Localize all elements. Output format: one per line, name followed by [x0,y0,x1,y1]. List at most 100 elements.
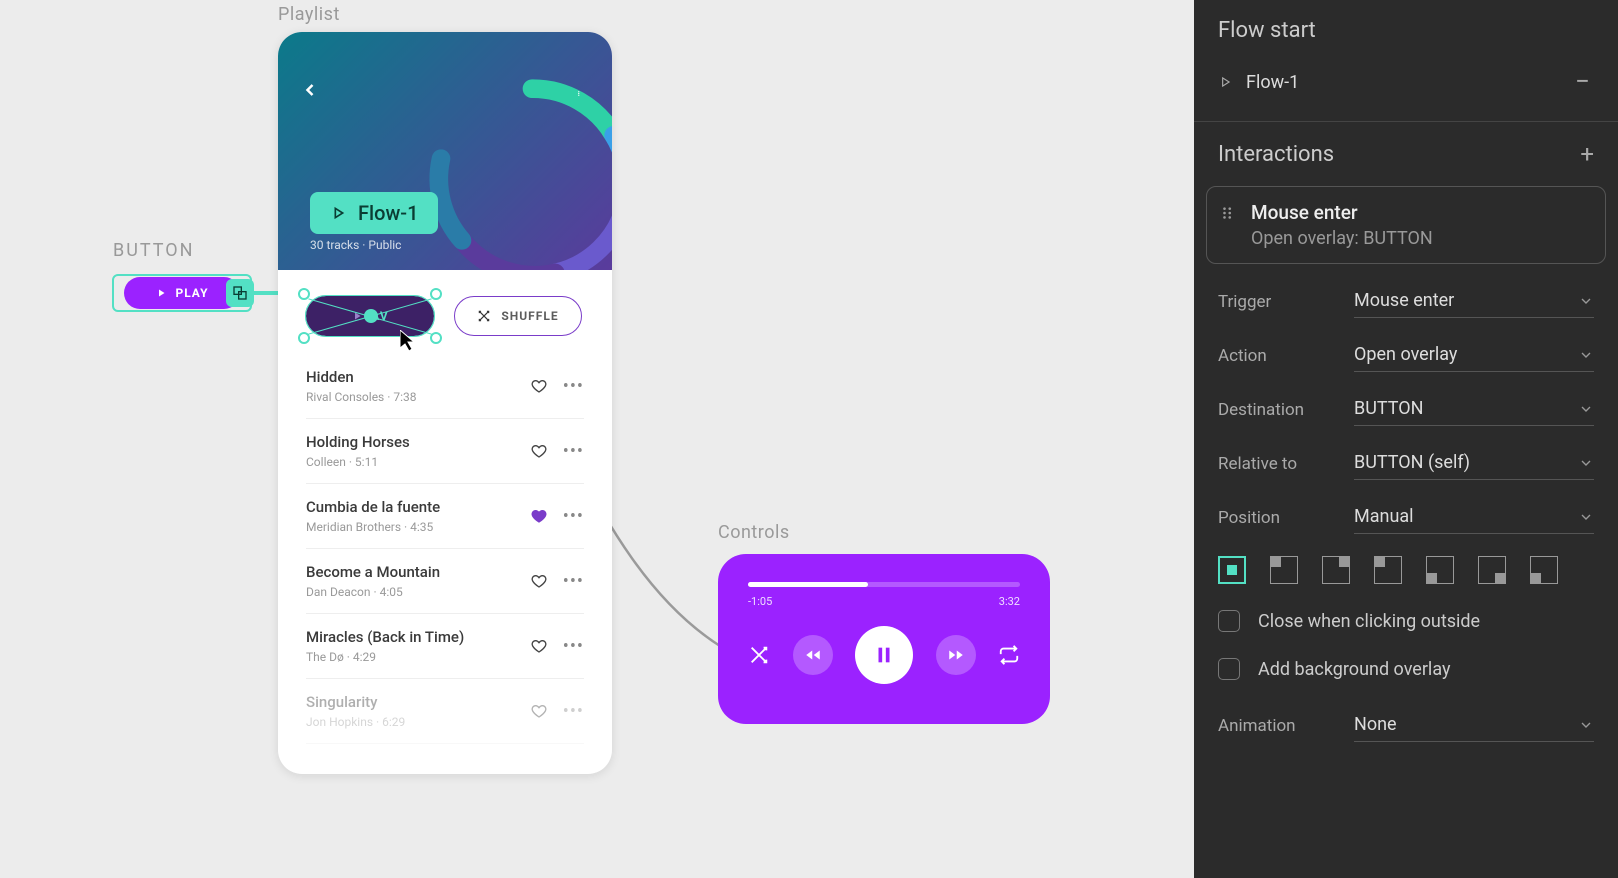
resize-handle-bl[interactable] [298,332,310,344]
progress-bar[interactable] [748,582,1020,587]
more-icon[interactable]: ••• [563,376,584,397]
next-button[interactable] [936,635,976,675]
more-hero-button[interactable] [578,84,584,108]
heart-icon[interactable] [531,378,547,394]
pause-button[interactable] [855,626,913,684]
flow-name[interactable]: Flow-1 [1246,72,1561,93]
playlist-subtitle: 30 tracks · Public [310,238,401,252]
flow-chip[interactable]: Flow-1 [310,192,438,234]
hero-artwork [392,42,612,270]
play-icon [1218,75,1232,89]
destination-select[interactable]: BUTTON [1354,394,1594,426]
controls-frame[interactable]: -1:05 3:32 [718,554,1050,724]
drag-handle-icon[interactable] [1221,201,1237,217]
track-title: Holding Horses [306,433,531,451]
track-row[interactable]: Holding Horses Colleen · 5:11 ••• [306,419,584,484]
prop-label-destination: Destination [1218,400,1354,420]
bg-overlay-label: Add background overlay [1258,659,1451,680]
play-pill: PLAY [124,277,240,309]
more-icon[interactable]: ••• [563,701,584,722]
more-icon[interactable]: ••• [563,441,584,462]
playlist-hero: ape 30 tracks · Public Flow-1 [278,32,612,270]
frame-label-button: BUTTON [113,240,195,261]
chevron-down-icon [1578,401,1594,417]
resize-handle-tl[interactable] [298,288,310,300]
track-title: Miracles (Back in Time) [306,628,531,646]
play-icon [155,287,167,299]
resize-handle-tr[interactable] [430,288,442,300]
track-row[interactable]: Miracles (Back in Time) The Dø · 4:29 ••• [306,614,584,679]
track-title: Singularity [306,693,531,711]
prev-button[interactable] [793,635,833,675]
track-row[interactable]: Cumbia de la fuente Meridian Brothers · 4… [306,484,584,549]
swap-badge[interactable] [226,279,254,307]
overlay-button-frame[interactable]: PLAY [112,274,252,312]
anchor-center[interactable] [1218,556,1246,584]
heart-icon[interactable] [531,508,547,524]
selected-play-button[interactable]: AV [306,296,434,336]
play-icon [330,205,346,221]
track-row[interactable]: Hidden Rival Consoles · 7:38 ••• [306,354,584,419]
flow-start-title: Flow start [1218,18,1594,43]
heart-icon[interactable] [531,573,547,589]
heart-icon[interactable] [531,443,547,459]
close-outside-checkbox[interactable] [1218,610,1240,632]
anchor-bl2[interactable] [1530,556,1558,584]
position-select[interactable]: Manual [1354,502,1594,534]
prop-label-animation: Animation [1218,716,1354,736]
track-meta: Dan Deacon · 4:05 [306,585,531,599]
back-button[interactable] [300,80,320,104]
track-meta: The Dø · 4:29 [306,650,531,664]
interactions-title: Interactions [1218,142,1334,167]
more-icon[interactable]: ••• [563,506,584,527]
chevron-down-icon [1578,455,1594,471]
interaction-subtitle: Open overlay: BUTTON [1251,228,1433,249]
action-select[interactable]: Open overlay [1354,340,1594,372]
track-title: Hidden [306,368,531,386]
track-title: Cumbia de la fuente [306,498,531,516]
trigger-select[interactable]: Mouse enter [1354,286,1594,318]
track-row[interactable]: Singularity Jon Hopkins · 6:29 ••• [306,679,584,744]
interaction-item[interactable]: Mouse enter Open overlay: BUTTON [1206,186,1606,264]
track-meta: Meridian Brothers · 4:35 [306,520,531,534]
heart-icon[interactable] [531,638,547,654]
time-elapsed: -1:05 [748,595,772,608]
chevron-down-icon [1578,293,1594,309]
track-meta: Rival Consoles · 7:38 [306,390,531,404]
prop-label-relative: Relative to [1218,454,1354,474]
more-icon[interactable]: ••• [563,571,584,592]
time-remaining: 3:32 [999,595,1020,608]
track-meta: Colleen · 5:11 [306,455,531,469]
playlist-frame[interactable]: ape 30 tracks · Public Flow-1 AV SHUFFLE… [278,32,612,774]
add-interaction-button[interactable]: + [1580,140,1594,168]
flow-chip-label: Flow-1 [358,201,418,225]
more-icon[interactable]: ••• [563,636,584,657]
resize-handle-br[interactable] [430,332,442,344]
anchor-br[interactable] [1478,556,1506,584]
shuffle-button[interactable]: SHUFFLE [454,296,582,336]
anchor-tl[interactable] [1270,556,1298,584]
remove-flow-button[interactable]: − [1575,67,1590,97]
animation-select[interactable]: None [1354,710,1594,742]
chevron-down-icon [1578,509,1594,525]
repeat-icon[interactable] [998,644,1020,666]
track-row[interactable]: Become a Mountain Dan Deacon · 4:05 ••• [306,549,584,614]
anchor-bl[interactable] [1426,556,1454,584]
shuffle-label: SHUFFLE [501,309,558,323]
track-title: Become a Mountain [306,563,531,581]
position-anchor-grid [1218,556,1594,584]
prop-label-action: Action [1218,346,1354,366]
anchor-tl2[interactable] [1374,556,1402,584]
track-meta: Jon Hopkins · 6:29 [306,715,531,729]
heart-icon[interactable] [531,703,547,719]
anchor-tr[interactable] [1322,556,1350,584]
frame-label-controls: Controls [718,522,790,543]
prop-label-position: Position [1218,508,1354,528]
interaction-title: Mouse enter [1251,201,1433,224]
play-label: PLAY [175,286,208,300]
selection-anchor-dot[interactable] [364,309,378,323]
shuffle-icon[interactable] [748,644,770,666]
bg-overlay-checkbox[interactable] [1218,658,1240,680]
relative-select[interactable]: BUTTON (self) [1354,448,1594,480]
close-outside-label: Close when clicking outside [1258,611,1480,632]
